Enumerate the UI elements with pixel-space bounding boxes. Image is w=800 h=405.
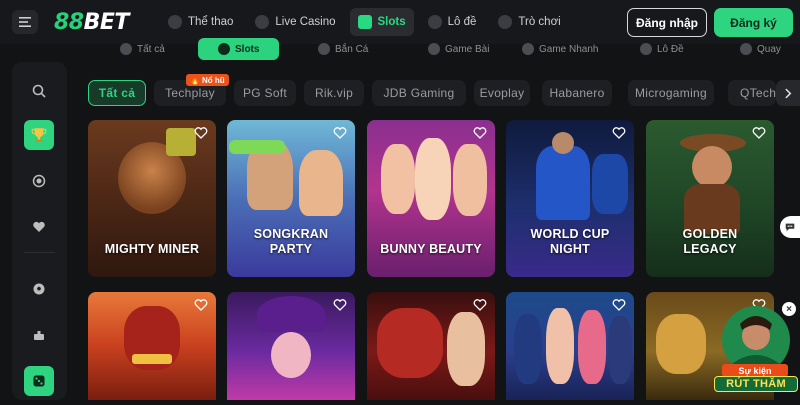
favorite-heart-icon[interactable] bbox=[194, 298, 208, 312]
heart-icon[interactable] bbox=[30, 218, 48, 236]
provider-microgaming[interactable]: Microgaming bbox=[628, 80, 714, 106]
nav-item-games[interactable]: Trò chơi bbox=[490, 8, 568, 36]
brand-logo[interactable]: 88 BET bbox=[54, 9, 129, 35]
provider-qtech[interactable]: QTech bbox=[728, 80, 776, 106]
game-title: MIGHTY MINER bbox=[104, 242, 200, 256]
game-art bbox=[546, 308, 574, 384]
game-art bbox=[377, 308, 443, 378]
game-card-world-cup-night[interactable]: WORLD CUP NIGHT bbox=[506, 120, 634, 277]
nav-item-live-casino[interactable]: Live Casino bbox=[247, 8, 343, 36]
register-button[interactable]: Đăng ký bbox=[714, 8, 793, 37]
favorite-heart-icon[interactable] bbox=[612, 298, 626, 312]
lightning-icon bbox=[522, 43, 534, 55]
category-fishing[interactable]: Bắn Cá bbox=[318, 40, 368, 58]
category-slots[interactable]: Slots bbox=[198, 38, 280, 60]
nav-item-slots[interactable]: Slots bbox=[349, 8, 414, 36]
provider-evoplay[interactable]: Evoplay bbox=[474, 80, 530, 106]
sidebar-divider bbox=[24, 252, 55, 253]
game-art bbox=[552, 132, 574, 154]
category-lottery[interactable]: Lô Đề bbox=[640, 40, 684, 58]
game-art bbox=[229, 140, 285, 154]
favorite-heart-icon[interactable] bbox=[752, 126, 766, 140]
category-all[interactable]: Tất cả bbox=[120, 40, 165, 58]
hot-badge: 🔥 Nổ hũ bbox=[186, 74, 229, 86]
game-art bbox=[415, 138, 451, 220]
lottery-icon bbox=[640, 43, 652, 55]
provider-habanero[interactable]: Habanero bbox=[542, 80, 612, 106]
game-card-bunny-beauty[interactable]: BUNNY BEAUTY bbox=[367, 120, 495, 277]
game-card[interactable] bbox=[88, 292, 216, 400]
game-art bbox=[257, 296, 325, 332]
game-art bbox=[132, 354, 172, 364]
game-art bbox=[447, 312, 485, 386]
category-strip: Tất cả Slots Bắn Cá Game Bài Game Nhanh … bbox=[90, 36, 800, 60]
provider-rik-vip[interactable]: Rik.vip bbox=[304, 80, 364, 106]
category-spin[interactable]: Quay bbox=[740, 40, 781, 58]
favorite-heart-icon[interactable] bbox=[333, 126, 347, 140]
soccer-ball-icon bbox=[168, 15, 182, 29]
favorite-heart-icon[interactable] bbox=[612, 126, 626, 140]
provider-pg-soft[interactable]: PG Soft bbox=[234, 80, 296, 106]
favorite-heart-icon[interactable] bbox=[473, 126, 487, 140]
trophy-icon[interactable] bbox=[24, 120, 54, 150]
game-art bbox=[271, 332, 311, 378]
favorite-heart-icon[interactable] bbox=[194, 126, 208, 140]
nav-item-sports[interactable]: Thể thao bbox=[160, 8, 241, 36]
promo-close-icon[interactable]: × bbox=[782, 302, 796, 316]
nav-item-lottery[interactable]: Lô đề bbox=[420, 8, 485, 36]
game-art bbox=[608, 316, 632, 384]
game-title: WORLD CUP NIGHT bbox=[530, 227, 610, 256]
wheel-icon bbox=[740, 43, 752, 55]
game-title: GOLDEN LEGACY bbox=[682, 227, 738, 256]
game-art bbox=[592, 154, 628, 214]
slot-machine-icon bbox=[357, 15, 372, 29]
main-nav: Thể thao Live Casino Slots Lô đề Trò chơ… bbox=[160, 8, 569, 36]
lottery-icon bbox=[427, 15, 442, 29]
sidebar bbox=[12, 62, 67, 400]
gamepad-icon bbox=[498, 15, 513, 29]
slot-machine-icon bbox=[218, 43, 230, 55]
provider-jdb-gaming[interactable]: JDB Gaming bbox=[372, 80, 466, 106]
chat-button[interactable] bbox=[780, 216, 800, 238]
game-card[interactable] bbox=[367, 292, 495, 400]
game-art bbox=[656, 314, 706, 374]
category-card-games[interactable]: Game Bài bbox=[428, 40, 489, 58]
promo-draw-label: RÚT THĂM bbox=[714, 376, 798, 392]
game-card[interactable] bbox=[506, 292, 634, 400]
game-art bbox=[578, 310, 606, 384]
game-card[interactable] bbox=[227, 292, 355, 400]
game-art bbox=[166, 128, 196, 156]
game-art bbox=[514, 314, 542, 384]
game-card-songkran-party[interactable]: SONGKRAN PARTY bbox=[227, 120, 355, 277]
chevron-right-icon bbox=[784, 88, 791, 98]
game-art bbox=[453, 144, 487, 216]
game-title: SONGKRAN PARTY bbox=[253, 227, 329, 256]
target-icon[interactable] bbox=[30, 172, 48, 190]
chat-bubble-icon bbox=[785, 223, 795, 232]
dice-icon[interactable] bbox=[24, 366, 54, 396]
cards-icon bbox=[428, 43, 440, 55]
provider-all[interactable]: Tất cả bbox=[88, 80, 146, 106]
menu-icon[interactable] bbox=[12, 10, 38, 34]
game-card-mighty-miner[interactable]: MIGHTY MINER bbox=[88, 120, 216, 277]
soccer-icon[interactable] bbox=[30, 280, 48, 298]
fire-icon: 🔥 bbox=[190, 75, 200, 85]
game-art bbox=[692, 146, 732, 188]
game-art bbox=[299, 150, 343, 216]
category-quick-games[interactable]: Game Nhanh bbox=[522, 40, 598, 58]
favorite-heart-icon[interactable] bbox=[473, 298, 487, 312]
game-title: BUNNY BEAUTY bbox=[380, 242, 482, 256]
casino-chip-icon bbox=[255, 15, 270, 29]
game-art bbox=[536, 146, 590, 220]
fish-icon bbox=[318, 43, 330, 55]
provider-next-button[interactable] bbox=[776, 80, 800, 106]
game-art bbox=[381, 144, 415, 214]
favorite-heart-icon[interactable] bbox=[333, 298, 347, 312]
login-button[interactable]: Đăng nhập bbox=[627, 8, 707, 37]
search-icon[interactable] bbox=[30, 82, 48, 100]
casino-icon[interactable] bbox=[30, 326, 48, 344]
grid-icon bbox=[120, 43, 132, 55]
game-card-golden-legacy[interactable]: GOLDEN LEGACY bbox=[646, 120, 774, 277]
